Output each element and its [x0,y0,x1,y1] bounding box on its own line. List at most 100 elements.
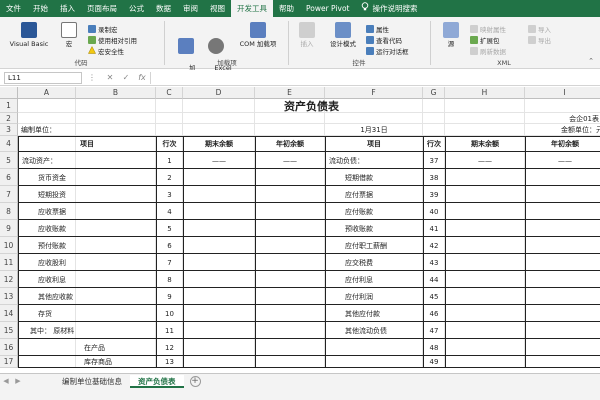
macro-security-button[interactable]: 宏安全性 [87,45,124,56]
row-header-17[interactable]: 17 [0,356,18,368]
relative-reference-button[interactable]: 使用相对引用 [88,35,137,45]
tab-data[interactable]: 数据 [150,0,177,17]
export-button[interactable]: 导出 [528,35,551,45]
asset-item-name[interactable]: 应收账款 [18,220,156,237]
liability-row-number[interactable]: 44 [423,271,445,288]
report-date[interactable]: 1月31日 [325,124,423,136]
row-header-7[interactable]: 7 [0,186,18,203]
dash-placeholder[interactable]: —— [183,152,255,169]
tab-insert[interactable]: 插入 [54,0,81,17]
run-dialog-button[interactable]: 运行对话框 [366,46,409,56]
properties-button[interactable]: 属性 [366,24,389,34]
asset-row-number[interactable]: 7 [156,254,183,271]
column-header-a[interactable]: A [18,87,76,99]
liability-item-name[interactable]: 应付账款 [325,203,423,220]
asset-row-number[interactable]: 8 [156,271,183,288]
map-properties-button[interactable]: 映射属性 [470,24,506,34]
asset-item-name[interactable]: 在产品 [18,339,156,356]
row-header-15[interactable]: 15 [0,322,18,339]
tab-view[interactable]: 视图 [204,0,231,17]
scroll-right-icon[interactable]: ▶ [12,377,24,385]
cancel-icon[interactable]: ✕ [102,73,118,82]
liability-row-number[interactable]: 40 [423,203,445,220]
row-header-8[interactable]: 8 [0,203,18,220]
liability-row-number[interactable]: 48 [423,339,445,356]
liability-item-name[interactable]: 应付职工薪酬 [325,237,423,254]
liability-item-name[interactable]: 其他流动负债 [325,322,423,339]
asset-item-name[interactable]: 存货 [18,305,156,322]
com-addins-button[interactable]: COM 加载项 [232,22,284,48]
asset-item-name[interactable]: 流动资产： [18,152,156,169]
name-box[interactable]: L11 [4,71,82,84]
asset-row-number[interactable]: 1 [156,152,183,169]
visual-basic-button[interactable]: Visual Basic [6,22,52,48]
add-sheet-button[interactable]: + [189,375,201,387]
form-number[interactable]: 会企01表 [445,113,600,124]
tab-home[interactable]: 开始 [27,0,54,17]
liability-row-number[interactable]: 43 [423,254,445,271]
liability-item-name[interactable]: 流动负债： [325,152,423,169]
tab-file[interactable]: 文件 [0,0,27,17]
amount-unit[interactable]: 金额单位：元 [525,124,600,136]
tab-page-layout[interactable]: 页面布局 [81,0,123,17]
insert-function-icon[interactable]: fx [134,73,150,82]
row-header-13[interactable]: 13 [0,288,18,305]
liability-item-name[interactable]: 预收账款 [325,220,423,237]
record-macro-button[interactable]: 录制宏 [88,24,118,34]
row-header-9[interactable]: 9 [0,220,18,237]
tell-me-search[interactable]: 操作说明搜索 [355,0,423,17]
unit-label[interactable]: 编制单位： [18,124,156,136]
asset-item-name[interactable]: 其中： 原材料 [18,322,156,339]
tab-power-pivot[interactable]: Power Pivot [300,0,355,17]
liability-row-number[interactable]: 46 [423,305,445,322]
liability-row-number[interactable]: 45 [423,288,445,305]
tab-formulas[interactable]: 公式 [123,0,150,17]
liability-row-number[interactable]: 38 [423,169,445,186]
column-header-d[interactable]: D [183,87,255,99]
row-header-6[interactable]: 6 [0,169,18,186]
table-header[interactable]: 行次 [156,136,183,152]
dash-placeholder[interactable]: —— [525,152,600,169]
table-header[interactable]: 行次 [423,136,445,152]
liability-item-name[interactable]: 应付利息 [325,271,423,288]
liability-item-name[interactable]: 应付票据 [325,186,423,203]
column-header-b[interactable]: B [76,87,156,99]
liability-item-name[interactable]: 其他应付款 [325,305,423,322]
row-header-10[interactable]: 10 [0,237,18,254]
asset-item-name[interactable]: 预付账款 [18,237,156,254]
select-all-corner[interactable] [0,87,18,99]
row-header-14[interactable]: 14 [0,305,18,322]
table-header[interactable]: 年初余额 [525,136,600,152]
row-header-11[interactable]: 11 [0,254,18,271]
asset-item-name[interactable]: 货币资金 [18,169,156,186]
confirm-icon[interactable]: ✓ [118,73,134,82]
liability-item-name[interactable]: 应付利润 [325,288,423,305]
dash-placeholder[interactable]: —— [255,152,325,169]
asset-row-number[interactable]: 2 [156,169,183,186]
asset-item-name[interactable]: 应收股利 [18,254,156,271]
row-header-2[interactable]: 2 [0,113,18,124]
asset-row-number[interactable]: 5 [156,220,183,237]
asset-row-number[interactable]: 11 [156,322,183,339]
asset-row-number[interactable]: 6 [156,237,183,254]
liability-row-number[interactable]: 39 [423,186,445,203]
macros-button[interactable]: 宏 [58,22,80,48]
liability-item-name[interactable]: 应交税费 [325,254,423,271]
liability-item-name[interactable] [325,339,423,356]
dash-placeholder[interactable]: —— [445,152,525,169]
asset-item-name[interactable]: 短期投资 [18,186,156,203]
asset-item-name[interactable]: 应收利息 [18,271,156,288]
row-header-16[interactable]: 16 [0,339,18,356]
asset-item-name[interactable]: 其他应收款 [18,288,156,305]
row-header-1[interactable]: 1 [0,99,18,113]
collapse-ribbon-icon[interactable]: ⌃ [588,57,594,65]
refresh-data-button[interactable]: 刷新数据 [470,46,506,56]
asset-row-number[interactable]: 3 [156,186,183,203]
design-mode-button[interactable]: 设计模式 [324,22,362,48]
scroll-left-icon[interactable]: ◀ [0,377,12,385]
sheet-tab-basic-info[interactable]: 编制单位基础信息 [54,375,130,388]
table-header[interactable]: 项目 [18,136,156,152]
formula-input[interactable] [150,71,596,84]
table-header[interactable]: 期末余额 [183,136,255,152]
table-header[interactable]: 期末余额 [445,136,525,152]
